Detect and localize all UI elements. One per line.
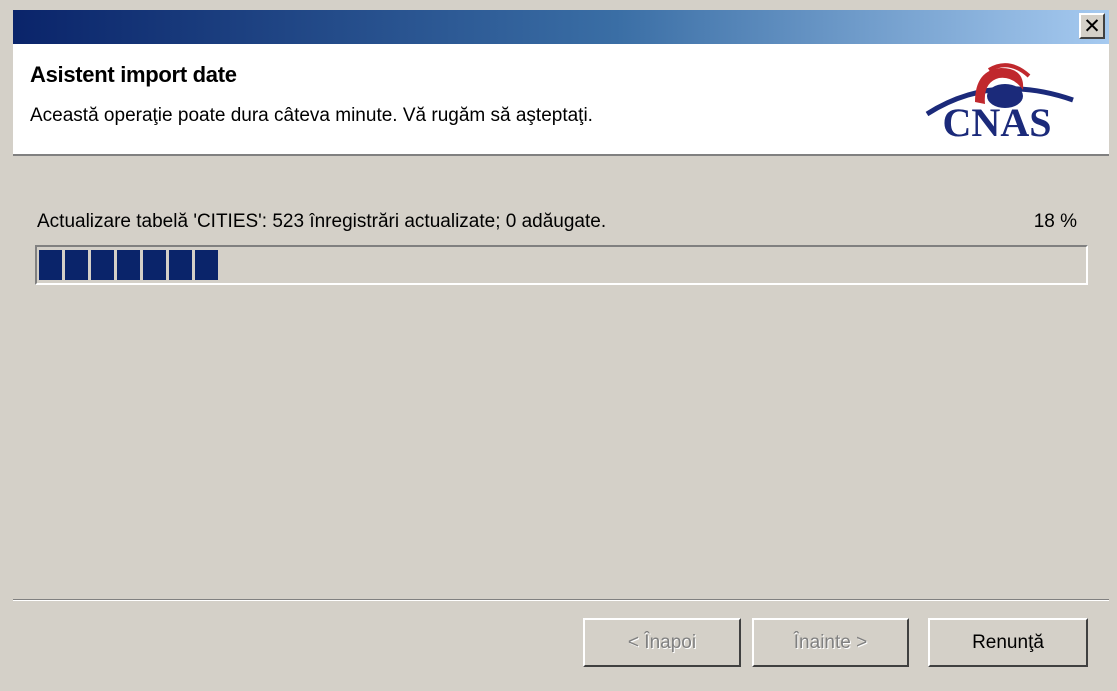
- progress-block: [91, 250, 114, 280]
- progress-block: [195, 250, 218, 280]
- footer-separator: [13, 599, 1109, 601]
- progress-block: [117, 250, 140, 280]
- page-subtitle: Această operaţie poate dura câteva minut…: [30, 105, 593, 126]
- progress-block: [143, 250, 166, 280]
- cancel-button[interactable]: Renunţă: [928, 618, 1088, 667]
- progress-track: [39, 250, 1084, 280]
- progress-block: [169, 250, 192, 280]
- close-icon[interactable]: ✕: [1079, 13, 1105, 39]
- progress-percent: 18 %: [1033, 211, 1077, 232]
- logo-text: CNAS: [942, 100, 1052, 145]
- wizard-header: Asistent import date Această operaţie po…: [13, 44, 1109, 156]
- next-button[interactable]: Înainte >: [752, 618, 909, 667]
- back-button[interactable]: < Înapoi: [583, 618, 741, 667]
- title-bar[interactable]: ✕: [13, 10, 1109, 44]
- progress-status-text: Actualizare tabelă 'CITIES': 523 înregis…: [37, 211, 607, 232]
- progress-block: [39, 250, 62, 280]
- page-title: Asistent import date: [30, 62, 237, 87]
- cnas-logo: CNAS: [913, 62, 1081, 150]
- progress-block: [65, 250, 88, 280]
- progress-bar: [35, 245, 1088, 285]
- progress-fill: [39, 250, 1084, 280]
